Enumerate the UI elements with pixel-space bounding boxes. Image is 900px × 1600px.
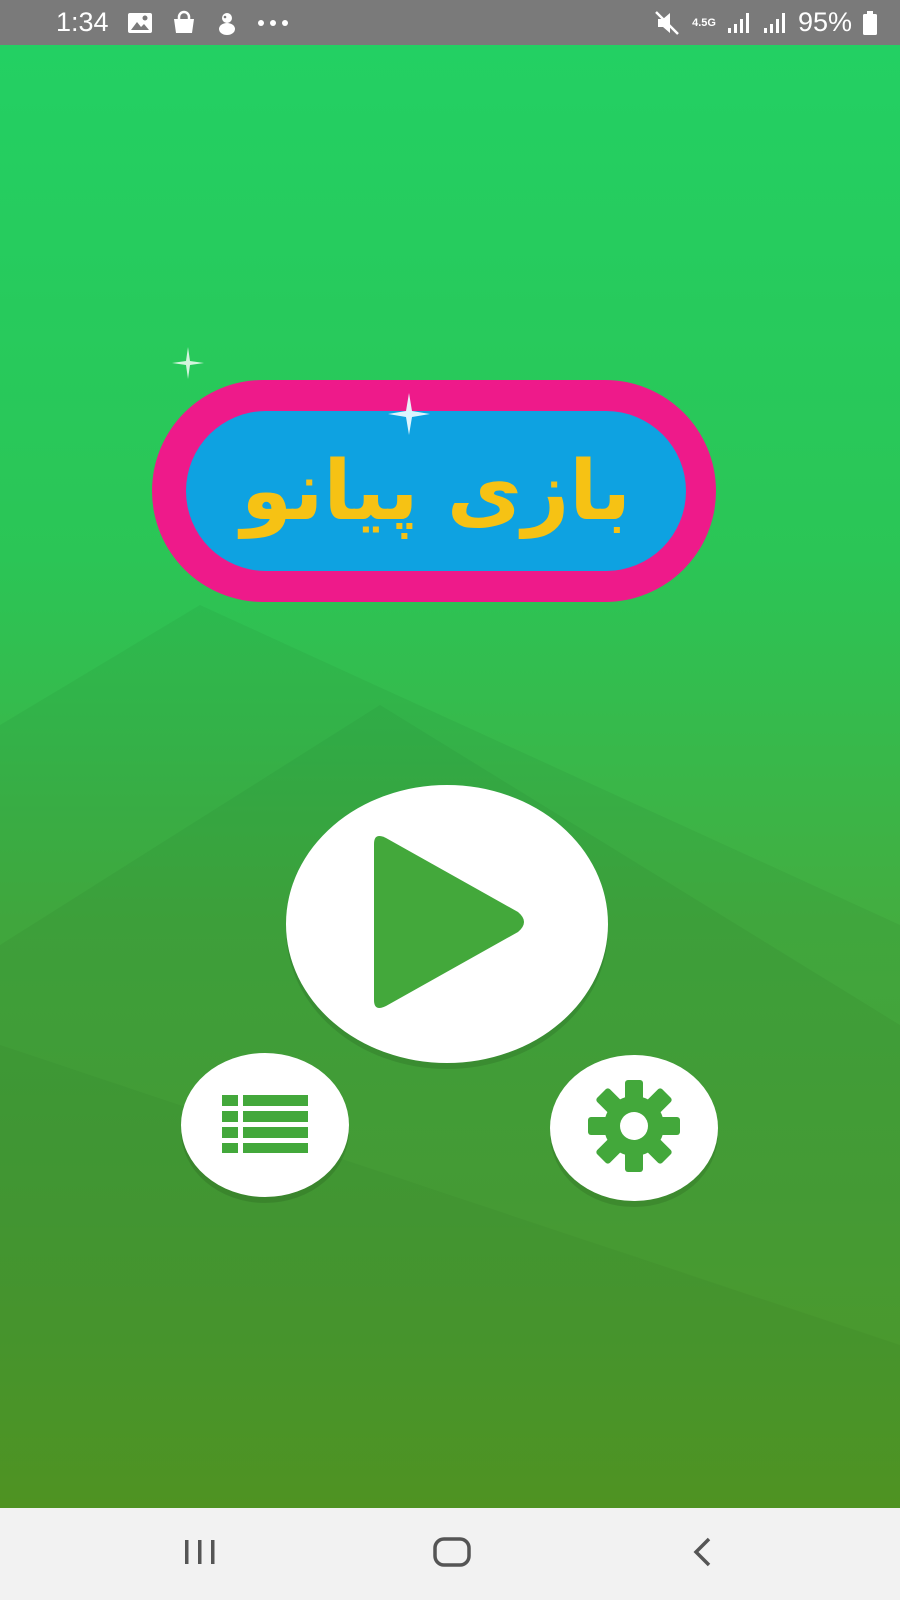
sparkle-icon: [386, 391, 432, 442]
shopping-bag-icon: [171, 10, 197, 36]
back-button[interactable]: [642, 1508, 762, 1600]
status-right: 4.5G 95%: [654, 7, 878, 38]
recent-apps-icon: [182, 1538, 218, 1571]
clock: 1:34: [56, 7, 109, 37]
sparkle-icon: [170, 345, 206, 386]
more-dots-icon: [257, 19, 289, 27]
signal-icon: [726, 11, 752, 35]
title-banner: بازی پیانو: [152, 380, 716, 602]
system-navigation-bar: [0, 1508, 900, 1600]
back-icon: [689, 1536, 715, 1573]
play-icon: [362, 832, 532, 1017]
list-icon: [222, 1093, 308, 1158]
game-menu-screen: بازی پیانو: [0, 45, 900, 1508]
network-type-label: 4.5G: [692, 16, 716, 29]
play-button[interactable]: [286, 785, 608, 1063]
network-type-icon: 4.5G: [692, 16, 716, 29]
home-icon: [432, 1536, 472, 1573]
battery-percent: 95%: [797, 7, 852, 37]
home-button[interactable]: [392, 1508, 512, 1600]
settings-button[interactable]: [550, 1055, 718, 1201]
background-shapes: [0, 605, 900, 1508]
status-bar: 1:34 4.5G 95%: [0, 0, 900, 45]
signal-icon: [762, 11, 788, 35]
battery-icon: [862, 10, 878, 36]
game-title: بازی پیانو: [241, 443, 631, 539]
mute-icon: [654, 10, 682, 36]
recent-apps-button[interactable]: [140, 1508, 260, 1600]
gear-icon: [586, 1078, 682, 1179]
mascot-icon: [215, 10, 239, 36]
status-left: 1:34: [56, 7, 289, 38]
image-icon: [127, 11, 153, 35]
levels-list-button[interactable]: [181, 1053, 349, 1197]
title-banner-inner: بازی پیانو: [186, 411, 686, 571]
